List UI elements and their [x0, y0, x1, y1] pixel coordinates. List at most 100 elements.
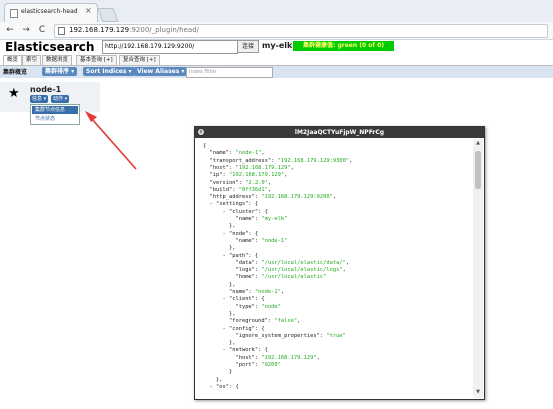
- json-key: - "network": {: [203, 347, 268, 354]
- json-value: "node-1": [254, 289, 281, 295]
- json-value: "node-1": [235, 150, 262, 157]
- json-line: },: [203, 282, 472, 289]
- json-key: "name":: [203, 237, 262, 244]
- json-key: "version":: [203, 179, 246, 186]
- json-line: - "network": {: [203, 347, 472, 354]
- json-line: "name": "node-1",: [203, 150, 472, 157]
- scrollbar[interactable]: ▲ ▼: [473, 139, 483, 398]
- json-line: - "path": {: [203, 253, 472, 260]
- json-line: "transport_address": "192.168.179.129:93…: [203, 158, 472, 165]
- json-line: {: [203, 143, 472, 150]
- json-value: "9200": [261, 362, 281, 368]
- json-key: - "config": {: [203, 325, 265, 332]
- json-key: },: [203, 310, 236, 317]
- json-value: "node": [261, 303, 281, 310]
- json-key: - "client": {: [203, 296, 265, 303]
- json-key: },: [203, 245, 236, 252]
- json-key: "host":: [203, 164, 236, 171]
- json-value: "192.168.179.129:9300": [277, 157, 350, 164]
- scrollbar-thumb[interactable]: [475, 151, 481, 189]
- json-key: "build":: [203, 186, 239, 193]
- json-value: "/usr/local/elastic/data/": [261, 259, 346, 266]
- json-line: },: [203, 340, 472, 347]
- json-line: "host": "192.168.179.129",: [203, 165, 472, 172]
- dialog-title: lM2JaaQCTYuFjpW_NPFrCg: [195, 127, 484, 138]
- json-key: "foreground":: [203, 318, 275, 325]
- json-line: "ignore_system_properties": "true": [203, 333, 472, 340]
- json-key: {: [203, 143, 207, 149]
- json-line: "host": "192.168.179.129",: [203, 355, 472, 362]
- json-key: - "settings": {: [203, 201, 259, 208]
- json-separator: ,: [349, 157, 353, 164]
- json-line: }: [203, 369, 472, 376]
- json-key: "home":: [203, 274, 262, 281]
- json-key: "http_address":: [203, 194, 262, 201]
- json-line: "http_address": "192.168.179.129:9200",: [203, 194, 472, 201]
- json-value: "192.168.179.129": [235, 164, 291, 171]
- json-value: "/usr/local/elastic": [261, 274, 327, 281]
- json-line: },: [203, 245, 472, 252]
- json-key: - "os": {: [203, 383, 239, 390]
- json-key: - "path": {: [203, 252, 259, 259]
- json-key: - "cluster": {: [203, 208, 268, 215]
- json-line: "version": "2.2.0",: [203, 180, 472, 187]
- json-line: "name": "node-1",: [203, 289, 472, 296]
- json-value: "node-1": [261, 237, 288, 244]
- json-separator: ,: [280, 289, 285, 295]
- json-separator: ,: [297, 318, 301, 325]
- json-line: "name": "node-1": [203, 238, 472, 245]
- json-viewer: { "name": "node-1", "transport_address":…: [195, 139, 472, 398]
- json-line: "data": "/usr/local/elastic/data/",: [203, 260, 472, 267]
- node-info-dialog: lM2JaaQCTYuFjpW_NPFrCg x { "name": "node…: [194, 126, 485, 400]
- json-line: "ip": "192.168.179.129",: [203, 172, 472, 179]
- json-key: - "node": {: [203, 230, 259, 237]
- json-key: "name":: [203, 216, 262, 222]
- json-key: "data":: [203, 259, 262, 266]
- json-key: "ip":: [203, 172, 229, 179]
- json-line: "home": "/usr/local/elastic": [203, 274, 472, 281]
- json-value: "/usr/local/elastic/logs": [261, 267, 343, 274]
- json-key: "type":: [203, 303, 262, 310]
- json-value: "8ff36d1": [238, 186, 268, 193]
- json-line: "foreground": "false",: [203, 318, 472, 325]
- json-separator: ,: [267, 186, 272, 193]
- json-line: - "client": {: [203, 296, 472, 303]
- json-key: }: [203, 369, 233, 376]
- json-separator: ,: [290, 164, 294, 171]
- json-value: "false": [274, 318, 298, 325]
- json-separator: ,: [316, 354, 320, 361]
- json-line: - "os": {: [203, 384, 472, 391]
- json-key: "transport_address":: [203, 157, 278, 164]
- json-key: },: [203, 223, 236, 230]
- dialog-close-icon[interactable]: x: [198, 129, 204, 135]
- json-value: "192.168.179.129": [228, 172, 285, 179]
- json-line: - "node": {: [203, 231, 472, 238]
- json-line: - "cluster": {: [203, 209, 472, 216]
- json-line: "name": "my-elk": [203, 216, 472, 223]
- json-separator: ,: [345, 259, 350, 266]
- json-separator: ,: [342, 267, 346, 274]
- scroll-down-icon[interactable]: ▼: [473, 389, 483, 397]
- json-key: "logs":: [203, 267, 262, 274]
- json-line: },: [203, 311, 472, 318]
- json-line: "port": "9200": [203, 362, 472, 369]
- json-key: "ignore_system_properties":: [203, 332, 327, 339]
- json-line: },: [203, 377, 472, 384]
- json-key: },: [203, 281, 236, 288]
- json-key: },: [203, 340, 236, 347]
- json-separator: ,: [332, 194, 337, 201]
- json-value: "192.168.179.129:9200": [261, 194, 333, 201]
- json-line: "logs": "/usr/local/elastic/logs",: [203, 267, 472, 274]
- json-value: "192.168.179.129": [261, 354, 317, 361]
- json-line: },: [203, 223, 472, 230]
- json-key: "name":: [203, 150, 236, 157]
- json-value: "2.2.0": [245, 179, 268, 186]
- json-separator: ,: [284, 172, 288, 179]
- json-line: - "config": {: [203, 326, 472, 333]
- json-line: "type": "node": [203, 304, 472, 311]
- scroll-up-icon[interactable]: ▲: [473, 140, 483, 148]
- json-line: "build": "8ff36d1",: [203, 187, 472, 194]
- json-value: "my-elk": [261, 216, 288, 222]
- json-separator: ,: [261, 150, 265, 157]
- json-value: "true": [326, 332, 346, 339]
